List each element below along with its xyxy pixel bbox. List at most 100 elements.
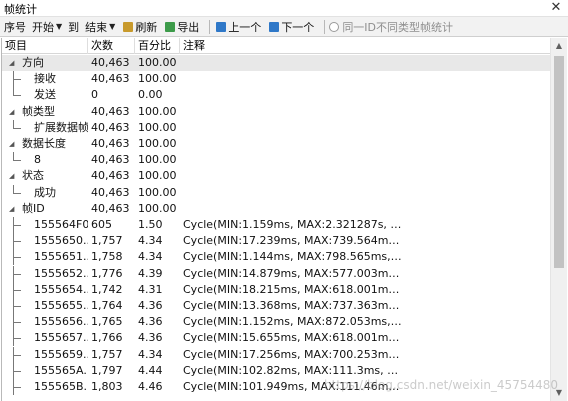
table-row[interactable]: 1555651... 1,758 4.34 Cycle(MIN:1.144ms, MA… — [2, 249, 551, 266]
tree-group-row[interactable]: ◢ 帧ID 40,463 100.00 — [2, 201, 551, 217]
item-cell: ◢ 状态 — [2, 168, 88, 184]
table-row[interactable]: 接收 40,463 100.00 — [2, 71, 551, 88]
table-row[interactable]: 发送 0 0.00 — [2, 87, 551, 103]
count-cell: 1,803 — [91, 380, 123, 393]
table-row[interactable]: 8 40,463 100.00 — [2, 152, 551, 168]
tree-line — [13, 273, 21, 275]
column-header-percent[interactable]: 百分比 — [135, 38, 180, 54]
column-header-count[interactable]: 次数 — [88, 38, 135, 54]
item-label: 1555652... — [34, 266, 88, 280]
count-cell: 1,765 — [91, 315, 123, 329]
tree-group-row[interactable]: ◢ 帧类型 40,463 100.00 — [2, 104, 551, 120]
table-row[interactable]: 1555659... 1,757 4.34 Cycle(MIN:17.256ms, M… — [2, 346, 551, 363]
same-id-radio[interactable]: 同一ID不同类型帧统计 — [329, 18, 453, 35]
end-dropdown-label: 结束 — [85, 20, 108, 34]
percent-cell: 1.50 — [138, 218, 163, 231]
percent-cell: 4.31 — [138, 282, 163, 296]
percent-cell: 4.46 — [138, 380, 163, 393]
tree-group-row[interactable]: ◢ 数据长度 40,463 100.00 — [2, 136, 551, 152]
item-label: 成功 — [34, 185, 56, 199]
table-row[interactable]: 扩展数据帧 40,463 100.00 — [2, 119, 551, 136]
tree-line — [13, 160, 21, 162]
scrollbar-thumb[interactable] — [554, 56, 564, 268]
item-cell: 8 — [2, 152, 88, 168]
collapse-icon[interactable]: ◢ — [9, 201, 14, 217]
export-button[interactable]: 导出 — [163, 18, 201, 35]
table-row[interactable]: 155565A... 1,797 4.44 Cycle(MIN:102.82ms, M… — [2, 362, 551, 379]
end-dropdown[interactable]: 结束 ▼ — [83, 18, 117, 35]
group-label: 帧类型 — [22, 104, 55, 118]
chevron-down-icon: ▼ — [56, 22, 63, 31]
note-cell — [180, 185, 402, 201]
item-label: 1555659... — [34, 347, 88, 361]
table-row[interactable]: 1555655... 1,764 4.36 Cycle(MIN:13.368ms, M… — [2, 298, 551, 314]
count-cell: 1,766 — [91, 331, 123, 345]
table-row[interactable]: 155564F0...605 1.50 Cycle(MIN:1.159ms, MAX… — [2, 217, 551, 233]
radio-icon — [329, 21, 340, 32]
same-id-radio-label: 同一ID不同类型帧统计 — [342, 20, 454, 34]
item-cell: 1555657... — [2, 330, 88, 347]
item-cell: ◢ 数据长度 — [2, 136, 88, 152]
count-cell: 1,742 — [91, 282, 123, 296]
order-label: 序号 — [4, 20, 26, 34]
percent-cell: 4.44 — [138, 363, 163, 377]
count-cell: 1,757 — [91, 347, 123, 361]
collapse-icon[interactable]: ◢ — [9, 104, 14, 120]
table-row[interactable]: 成功 40,463 100.00 — [2, 184, 551, 201]
item-cell: 1555656... — [2, 314, 88, 331]
toolbar-separator — [209, 19, 211, 34]
tree-line — [13, 322, 21, 324]
note-cell: Cycle(MIN:17.256ms, MAX:700.253ms, AVG:.… — [183, 347, 402, 361]
prev-button[interactable]: 上一个 — [214, 18, 263, 35]
table-row[interactable]: 1555652... 1,776 4.39 Cycle(MIN:14.879ms, M… — [2, 265, 551, 282]
table-body: ◢ 方向 40,463 100.00 接收 40,463 100.00 发送 0 0.00 ◢ 帧类型… — [2, 55, 551, 401]
start-dropdown[interactable]: 开始 ▼ — [30, 18, 64, 35]
table-row[interactable]: 1555656... 1,765 4.36 Cycle(MIN:1.152ms, MA… — [2, 314, 551, 331]
table-row[interactable]: 1555657... 1,766 4.36 Cycle(MIN:15.655ms, M… — [2, 330, 551, 347]
count-cell: 1,764 — [91, 299, 123, 312]
close-icon[interactable]: ✕ — [548, 0, 564, 15]
item-cell: 1555652... — [2, 265, 88, 282]
collapse-icon[interactable]: ◢ — [9, 55, 14, 71]
collapse-icon[interactable]: ◢ — [9, 136, 14, 152]
note-cell — [180, 71, 402, 87]
statistics-table: 项目 次数 百分比 注释 ◢ 方向 40,463 100.00 接收 40,463 100.… — [1, 38, 567, 401]
item-label: 发送 — [34, 88, 56, 102]
item-cell: 1555654... — [2, 281, 88, 298]
item-label: 1555657... — [34, 331, 88, 345]
title-bar: 帧统计 ✕ — [0, 0, 568, 16]
item-cell: 1555651... — [2, 249, 88, 266]
group-label: 方向 — [22, 56, 44, 69]
percent-cell: 4.39 — [138, 266, 163, 280]
toolbar-separator — [324, 19, 326, 34]
count-cell: 0 — [91, 88, 98, 102]
vertical-scrollbar[interactable]: ▲ ▼ — [550, 38, 567, 401]
tree-line — [13, 79, 21, 81]
percent-cell: 4.36 — [138, 331, 163, 345]
item-cell: 接收 — [2, 71, 88, 88]
percent-cell: 4.34 — [138, 347, 163, 361]
item-label: 接收 — [34, 72, 56, 86]
tree-group-row[interactable]: ◢ 状态 40,463 100.00 — [2, 168, 551, 184]
collapse-icon[interactable]: ◢ — [9, 168, 14, 184]
count-cell: 40,463 — [91, 169, 130, 183]
percent-cell: 0.00 — [138, 88, 163, 102]
table-row[interactable]: 1555654... 1,742 4.31 Cycle(MIN:18.215ms, M… — [2, 281, 551, 298]
item-label: 1555656... — [34, 315, 88, 329]
table-row[interactable]: 1555650... 1,757 4.34 Cycle(MIN:17.239ms, M… — [2, 233, 551, 250]
column-header-note[interactable]: 注释 — [180, 38, 551, 54]
column-header-item[interactable]: 项目 — [2, 38, 88, 54]
next-button[interactable]: 下一个 — [267, 18, 316, 35]
item-label: 1555654... — [34, 282, 88, 296]
count-cell: 40,463 — [91, 104, 130, 118]
item-label: 扩展数据帧 — [34, 120, 88, 134]
item-cell: 扩展数据帧 — [2, 119, 88, 136]
note-cell — [180, 168, 402, 184]
percent-cell: 4.34 — [138, 250, 163, 264]
chevron-down-icon: ▼ — [109, 22, 116, 31]
scroll-up-icon[interactable]: ▲ — [551, 38, 567, 54]
refresh-button[interactable]: 刷新 — [121, 18, 159, 35]
count-cell: 40,463 — [91, 153, 130, 167]
tree-group-row[interactable]: ◢ 方向 40,463 100.00 — [2, 55, 551, 72]
percent-cell: 100.00 — [138, 153, 177, 167]
